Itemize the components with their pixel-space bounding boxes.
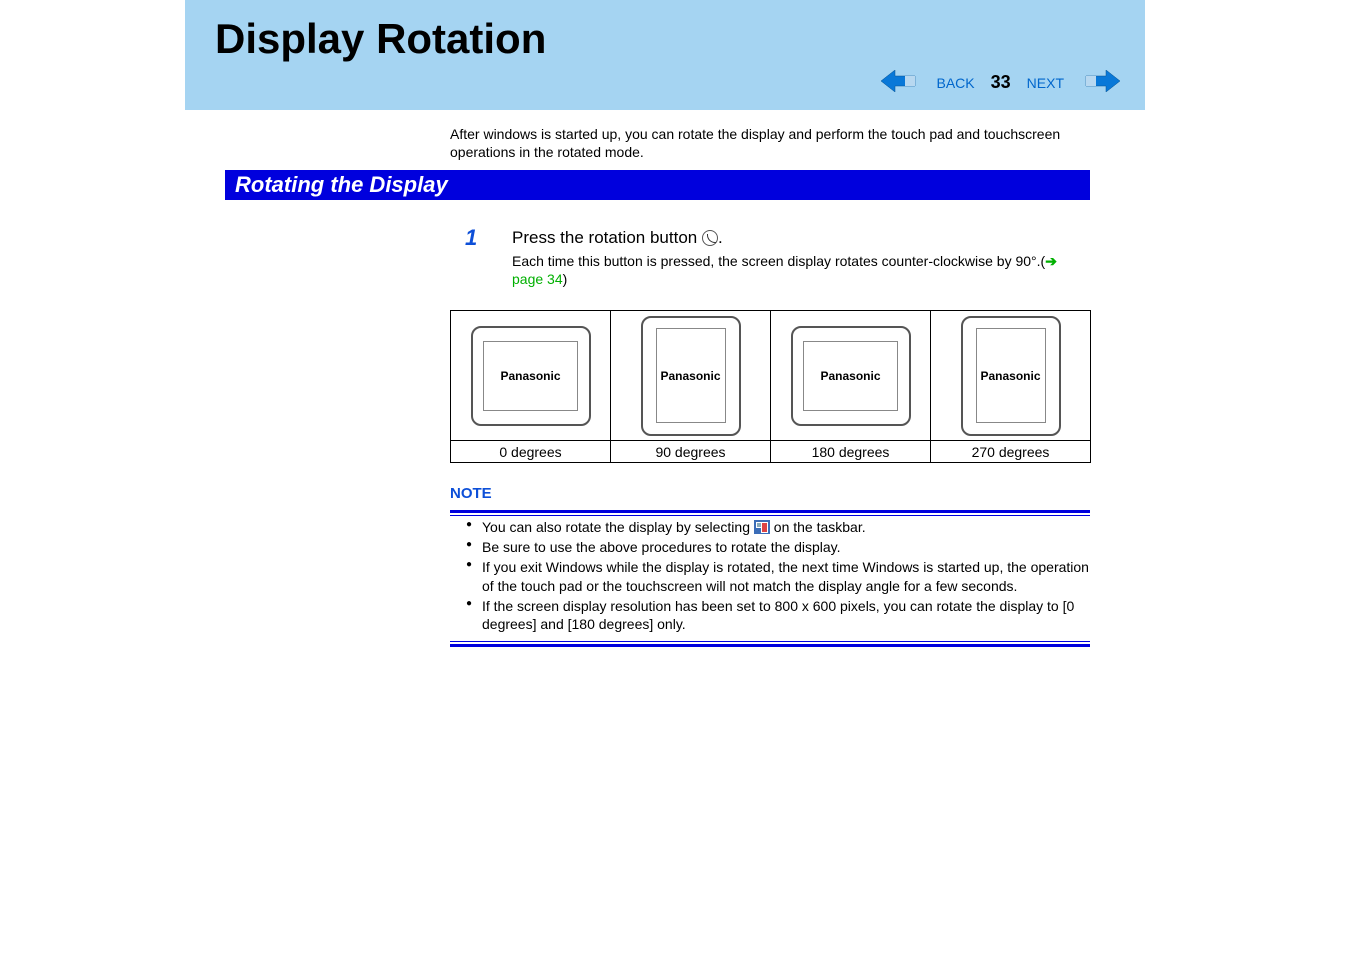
step-body: Each time this button is pressed, the sc… bbox=[512, 252, 1072, 288]
page-navigation: BACK 33 NEXT bbox=[881, 70, 1121, 95]
next-link[interactable]: NEXT bbox=[1027, 75, 1064, 91]
caption-0deg: 0 degrees bbox=[451, 441, 611, 463]
back-link[interactable]: BACK bbox=[937, 75, 975, 91]
note-item: You can also rotate the display by selec… bbox=[450, 518, 1090, 536]
note-item-text-before: You can also rotate the display by selec… bbox=[482, 519, 754, 535]
page-title: Display Rotation bbox=[215, 15, 1115, 63]
step-heading-after: . bbox=[718, 228, 723, 247]
note-item: If the screen display resolution has bee… bbox=[450, 597, 1090, 633]
link-arrow-icon: ➔ bbox=[1045, 253, 1057, 269]
header-banner: Display Rotation BACK 33 NEXT bbox=[185, 0, 1145, 110]
diagram-90deg: Panasonic bbox=[611, 311, 771, 441]
step-body-before: Each time this button is pressed, the sc… bbox=[512, 253, 1045, 269]
page-container: Display Rotation BACK 33 NEXT After wind… bbox=[0, 0, 1351, 954]
page-number: 33 bbox=[991, 72, 1011, 93]
rotation-diagram-table: Panasonic Panasonic Panasonic Panasonic … bbox=[450, 310, 1091, 463]
device-brand-label: Panasonic bbox=[660, 369, 720, 383]
rotation-button-icon bbox=[702, 230, 718, 246]
note-block: NOTE You can also rotate the display by … bbox=[450, 485, 1090, 647]
note-top-rule bbox=[450, 510, 1090, 516]
intro-paragraph: After windows is started up, you can rot… bbox=[450, 125, 1065, 161]
note-title: NOTE bbox=[450, 485, 1090, 502]
note-item-text: Be sure to use the above procedures to r… bbox=[482, 539, 841, 555]
note-item: If you exit Windows while the display is… bbox=[450, 558, 1090, 594]
note-item: Be sure to use the above procedures to r… bbox=[450, 538, 1090, 556]
caption-270deg: 270 degrees bbox=[931, 441, 1091, 463]
step-heading-before: Press the rotation button bbox=[512, 228, 702, 247]
note-item-text-after: on the taskbar. bbox=[770, 519, 866, 535]
step-number: 1 bbox=[465, 225, 477, 251]
device-brand-label: Panasonic bbox=[500, 369, 560, 383]
page-link[interactable]: page 34 bbox=[512, 271, 563, 287]
next-arrow-icon[interactable] bbox=[1080, 70, 1120, 95]
caption-180deg: 180 degrees bbox=[771, 441, 931, 463]
caption-90deg: 90 degrees bbox=[611, 441, 771, 463]
note-list: You can also rotate the display by selec… bbox=[450, 518, 1090, 633]
section-heading: Rotating the Display bbox=[225, 170, 1090, 200]
device-brand-label: Panasonic bbox=[980, 369, 1040, 383]
diagram-0deg: Panasonic bbox=[451, 311, 611, 441]
note-item-text: If you exit Windows while the display is… bbox=[482, 559, 1089, 593]
step-heading: Press the rotation button . bbox=[512, 228, 723, 248]
diagram-180deg: Panasonic bbox=[771, 311, 931, 441]
diagram-270deg: Panasonic bbox=[931, 311, 1091, 441]
note-bottom-rule bbox=[450, 641, 1090, 647]
note-item-text: If the screen display resolution has bee… bbox=[482, 598, 1074, 632]
back-arrow-icon[interactable] bbox=[881, 70, 921, 95]
step-body-after: ) bbox=[563, 271, 568, 287]
device-brand-label: Panasonic bbox=[820, 369, 880, 383]
taskbar-rotate-icon bbox=[754, 520, 770, 534]
